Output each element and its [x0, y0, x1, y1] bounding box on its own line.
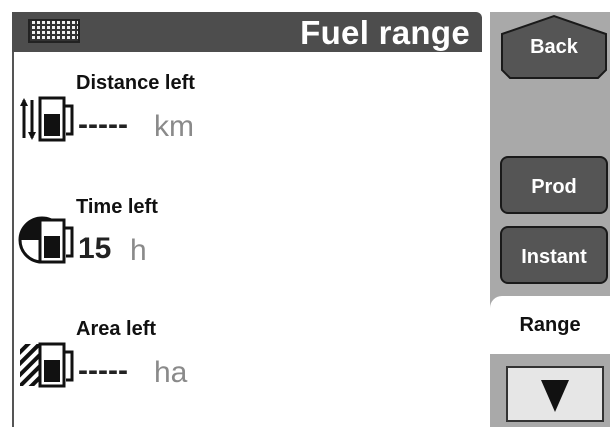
distance-left-label: Distance left: [76, 72, 195, 94]
fuel-area-icon: [20, 342, 74, 388]
time-left-label: Time left: [76, 196, 158, 218]
time-left-unit: h: [130, 234, 147, 267]
back-button-label: Back: [530, 36, 578, 58]
instant-button[interactable]: Instant: [500, 226, 608, 284]
tab-range[interactable]: Range: [490, 296, 610, 354]
content-divider: [12, 52, 14, 427]
fuel-time-icon: [18, 216, 74, 264]
distance-left-unit: km: [154, 110, 194, 143]
title-bar: Fuel range: [12, 12, 482, 52]
prod-button[interactable]: Prod: [500, 156, 608, 214]
distance-left-value: -----: [78, 108, 128, 141]
time-left-value: 15: [78, 232, 112, 265]
fuel-distance-icon: [20, 96, 74, 142]
area-left-value: -----: [78, 354, 128, 387]
keypad-icon[interactable]: [28, 19, 80, 43]
scroll-down-button[interactable]: [506, 366, 604, 422]
down-arrow-icon: [541, 380, 569, 412]
page-title: Fuel range: [300, 14, 470, 51]
area-left-label: Area left: [76, 318, 157, 340]
area-left-unit: ha: [154, 356, 188, 389]
screen: Fuel range Distance left ----- km Time l…: [0, 0, 610, 427]
